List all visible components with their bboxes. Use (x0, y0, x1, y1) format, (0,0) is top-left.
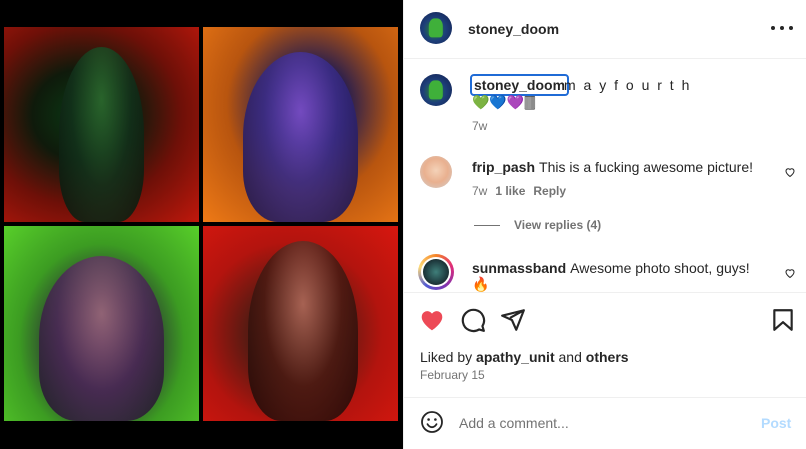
photo-tile-red-dark (203, 226, 398, 421)
caption-username[interactable]: stoney_doom (470, 74, 570, 96)
comment-1-likes[interactable]: 1 like (495, 184, 525, 198)
caption-age: 7w (472, 119, 488, 133)
caption-emojis: 💚💙💜🀫 (472, 94, 536, 110)
comment-1-like-icon[interactable] (784, 166, 796, 178)
comment-1-username[interactable]: frip_pash (472, 159, 535, 175)
heart-icon[interactable] (419, 307, 445, 333)
comment-input[interactable] (459, 412, 739, 434)
more-icon[interactable] (771, 20, 793, 36)
emoji-icon[interactable] (420, 410, 444, 434)
photo-tile-green-purple (4, 226, 199, 421)
likes-and: and (558, 349, 582, 365)
likes-others[interactable]: others (586, 349, 629, 365)
comment-1-reply[interactable]: Reply (533, 184, 566, 198)
photo-tile-red-green (4, 27, 199, 222)
post-actions: Liked by apathy_unit and others February… (404, 292, 806, 398)
post-details-panel: stoney_doom stoney_doom m a y f o u r t … (403, 0, 806, 449)
commenter-avatar[interactable] (420, 156, 452, 188)
replies-divider (474, 224, 500, 226)
bookmark-icon[interactable] (770, 307, 796, 333)
author-username[interactable]: stoney_doom (468, 21, 559, 37)
share-icon[interactable] (500, 307, 526, 333)
view-replies-label: View replies (4) (514, 218, 602, 232)
comment-2-username[interactable]: sunmassband (472, 260, 566, 276)
caption-text: m a y f o u r t h (564, 77, 692, 93)
author-avatar[interactable] (420, 12, 452, 44)
post-header: stoney_doom (404, 0, 806, 59)
comment-2: sunmassband Awesome photo shoot, guys! (472, 260, 750, 276)
comment-2-like-icon[interactable] (784, 267, 796, 279)
comment-1-meta: 7w 1 like Reply (472, 184, 566, 198)
comment-icon[interactable] (460, 307, 486, 333)
post-media[interactable] (0, 0, 403, 449)
comment-1-age: 7w (472, 184, 488, 198)
comment-1: frip_pash This is a fucking awesome pictu… (472, 159, 753, 175)
caption-avatar[interactable] (420, 74, 452, 106)
comment-1-text: This is a fucking awesome picture! (539, 159, 753, 175)
likes-summary: Liked by apathy_unit and others (420, 349, 629, 365)
instagram-post-view: stoney_doom stoney_doom m a y f o u r t … (0, 0, 806, 449)
view-replies-button[interactable]: View replies (4) (474, 218, 601, 232)
post-date[interactable]: February 15 (420, 368, 485, 382)
post-comment-button[interactable]: Post (761, 415, 791, 431)
comment-2-emoji: 🔥 (472, 276, 490, 292)
photo-tile-orange-blue (203, 27, 398, 222)
likes-prefix: Liked by (420, 349, 473, 365)
comments-section: stoney_doom m a y f o u r t h 💚💙💜🀫 7w fr… (404, 60, 806, 292)
comment-2-text: Awesome photo shoot, guys! (570, 260, 750, 276)
add-comment-bar: Post (404, 398, 806, 449)
commenter-avatar-story[interactable] (418, 254, 454, 290)
likes-user[interactable]: apathy_unit (476, 349, 555, 365)
